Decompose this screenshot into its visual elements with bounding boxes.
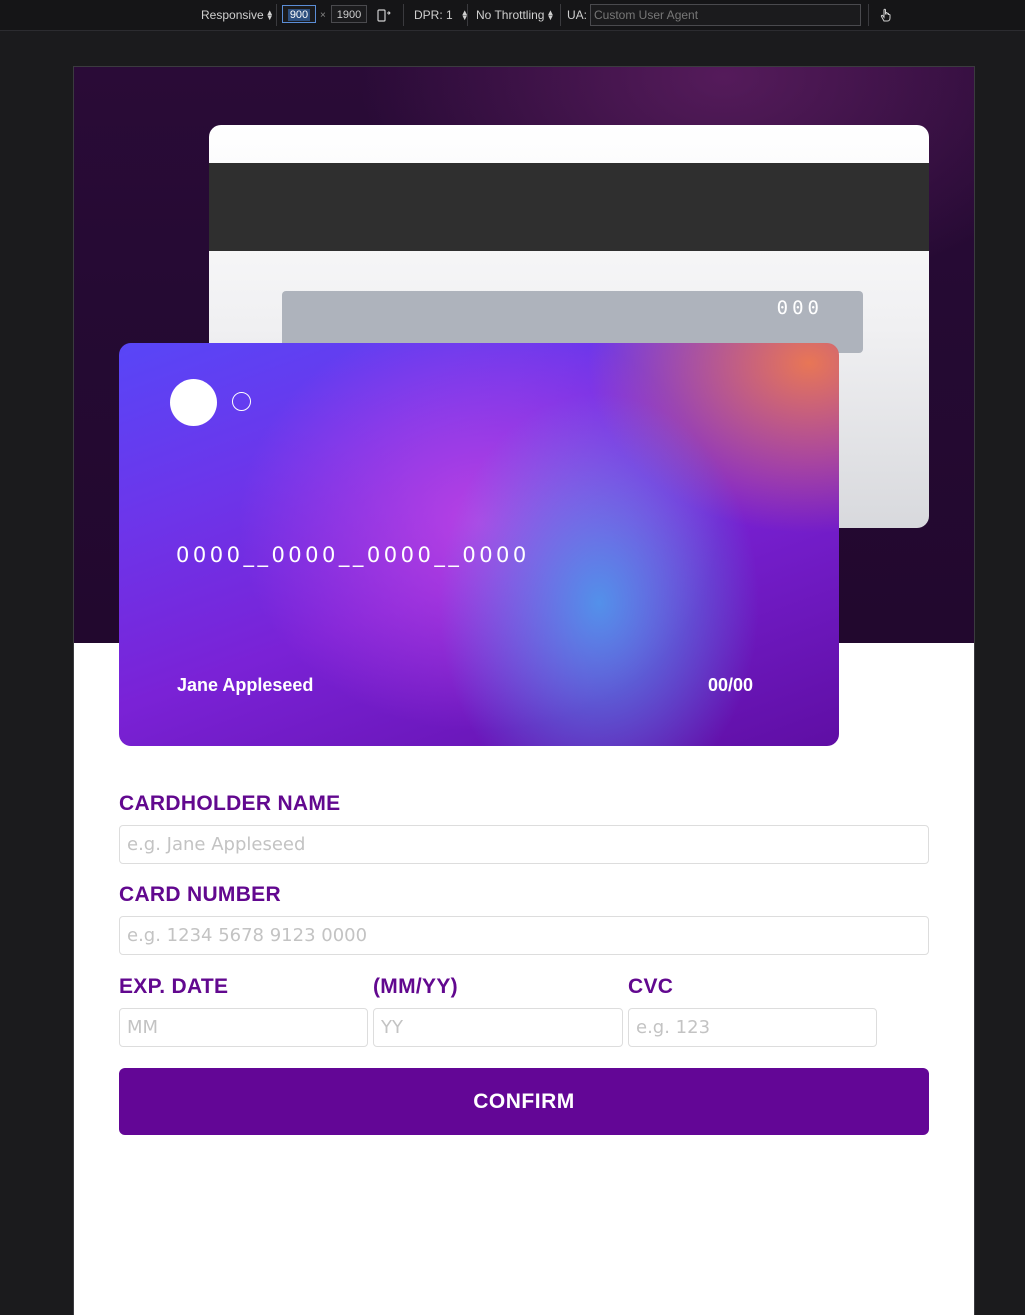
throttling-select-label: No Throttling [476,8,545,22]
viewport-frame: 000 0000__0000__0000__0000 Jane Applesee… [73,66,975,1315]
exp-format-label: (MM/YY) [373,975,458,998]
card-number-label: CARD NUMBER [119,883,281,906]
cvc-input[interactable]: e.g. 123 [628,1008,877,1047]
cvc-label: CVC [628,975,674,998]
divider [560,4,561,26]
card-number-input[interactable]: e.g. 1234 5678 9123 0000 [119,916,929,955]
exp-month-input[interactable]: MM [119,1008,368,1047]
width-value: 900 [287,9,311,21]
dpr-select-label: DPR: 1 [414,8,453,22]
select-arrows-icon: ▲ ▼ [546,8,555,22]
card-front: 0000__0000__0000__0000 Jane Appleseed 00… [119,343,839,746]
throttling-select[interactable]: No Throttling ▲ ▼ [476,0,554,30]
devtools-toolbar: Responsive ▲ ▼ 900 × 1900 DPR: 1 ▲ ▼ No Th… [0,0,1025,31]
times-sign: × [320,9,326,21]
cardholder-name-input[interactable]: e.g. Jane Appleseed [119,825,929,864]
touch-simulation-icon[interactable] [878,0,894,30]
divider [868,4,869,26]
user-agent-input[interactable]: Custom User Agent [590,4,861,26]
card-holder-name: Jane Appleseed [177,675,314,695]
card-logo-outline-circle-icon [232,392,251,411]
height-input[interactable]: 1900 [331,5,367,23]
width-input[interactable]: 900 [282,5,316,23]
card-cvc: 000 [776,297,823,319]
dpr-select[interactable]: DPR: 1 ▲ ▼ [414,0,469,30]
card-logo-filled-circle-icon [170,379,217,426]
cardholder-name-label: CARDHOLDER NAME [119,792,341,815]
confirm-button[interactable]: CONFIRM [119,1068,929,1135]
rotate-device-icon[interactable] [377,0,391,30]
card-expiry: 00/00 [707,675,753,695]
exp-date-label: EXP. DATE [119,975,229,998]
device-select-label: Responsive [201,8,264,22]
magnetic-stripe [209,163,929,251]
select-arrows-icon: ▲ ▼ [265,8,274,22]
divider [403,4,404,26]
card-number: 0000__0000__0000__0000 [176,543,530,567]
divider [276,4,277,26]
divider [467,4,468,26]
ua-label: UA: [567,8,588,22]
device-select[interactable]: Responsive ▲ ▼ [201,0,274,30]
exp-year-input[interactable]: YY [373,1008,623,1047]
